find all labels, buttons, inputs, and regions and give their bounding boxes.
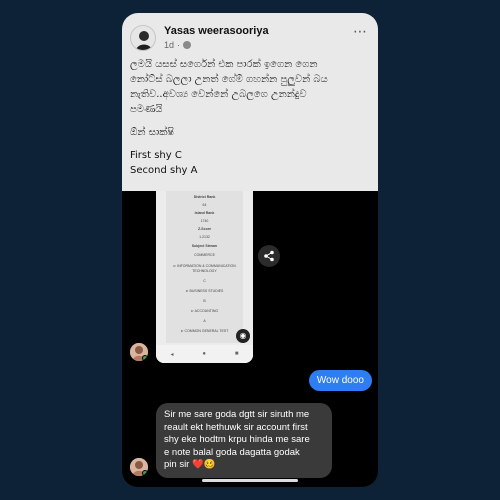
shot-line: TECHNOLOGY bbox=[192, 269, 217, 273]
home-icon: ● bbox=[202, 351, 206, 357]
message-line: e note balal goda dagatta godak bbox=[164, 446, 300, 458]
shot-line: Subject Stream bbox=[191, 244, 218, 248]
shot-line: 64 bbox=[202, 203, 207, 207]
shot-line: 1740 bbox=[200, 219, 209, 223]
shared-screenshot[interactable]: District Rank 64 Island Rank 1740 Z-Scor… bbox=[156, 191, 253, 363]
share-icon bbox=[264, 250, 274, 262]
screenshot-content: District Rank 64 Island Rank 1740 Z-Scor… bbox=[166, 191, 243, 343]
post-paragraph: ලමයි යසස් සර්ගෙන් එක පාරක් ඉගෙන ගෙන නෝට්… bbox=[130, 57, 370, 117]
result-first: First shy C bbox=[130, 150, 182, 161]
shot-line: ⊳ ACCOUNTING bbox=[190, 309, 219, 313]
message-line: reault ekt hethuwk sir account first bbox=[164, 421, 308, 433]
post-time: 1d bbox=[164, 40, 175, 50]
shot-line: C bbox=[203, 279, 206, 283]
back-icon: ◂ bbox=[170, 351, 174, 358]
shot-line: 1.2132 bbox=[199, 235, 210, 239]
shot-line: Island Rank bbox=[194, 211, 215, 215]
post-line: පමණයි bbox=[130, 104, 163, 115]
sender-avatar[interactable] bbox=[130, 458, 148, 476]
online-status-dot bbox=[142, 470, 148, 476]
results: First shy C Second shy A bbox=[130, 148, 370, 178]
result-second: Second shy A bbox=[130, 165, 198, 176]
message-line: shy eke hodtm krpu hinda me sare bbox=[164, 434, 310, 445]
sender-avatar[interactable] bbox=[130, 343, 148, 361]
shot-line: B bbox=[203, 299, 206, 303]
globe-icon bbox=[183, 41, 192, 49]
phone-screen: Yasas weerasooriya 1d · ⋯ ලමයි යසස් සර්ග… bbox=[122, 13, 378, 487]
post-line: නෝට්ස් බලලා උනත් ගේම් ගහන්න පුලුවන් බය bbox=[130, 74, 328, 85]
message-line: Sir me sare goda dgtt sir siruth me bbox=[164, 409, 310, 420]
shot-line: COMMERCE bbox=[194, 253, 215, 257]
post-body: ලමයි යසස් සර්ගෙන් එක පාරක් ඉගෙන ගෙන නෝට්… bbox=[130, 57, 370, 178]
recents-icon: ■ bbox=[234, 351, 239, 357]
shot-line: ⊳ BUSINESS STUDIES bbox=[185, 289, 224, 293]
screenshot-fab-icon: ◉ bbox=[236, 329, 250, 343]
home-indicator[interactable] bbox=[202, 479, 298, 482]
post-line: නැතිව..අවශ්‍ය වෙන්නේ උබලගෙ උනන්දුව bbox=[130, 89, 307, 100]
online-status-dot bbox=[142, 355, 148, 361]
shot-line: District Rank bbox=[193, 195, 216, 199]
shot-line: ⊳ INFORMATION & COMMUNICATION bbox=[173, 264, 236, 268]
meta-separator: · bbox=[177, 40, 181, 50]
shot-line: ⊳ COMMON GENERAL TEST bbox=[180, 329, 229, 333]
more-options-icon[interactable]: ⋯ bbox=[353, 23, 368, 40]
outgoing-message[interactable]: Wow dooo bbox=[308, 370, 372, 391]
incoming-message[interactable]: Sir me sare goda dgtt sir siruth me reau… bbox=[156, 403, 332, 478]
message-line: pin sir ❤️🥴 bbox=[164, 459, 216, 470]
post-meta: 1d · bbox=[164, 40, 192, 50]
post-line: ලමයි යසස් සර්ගෙන් එක පාරක් ඉගෙන ගෙන bbox=[130, 59, 318, 70]
share-button[interactable] bbox=[258, 245, 280, 267]
author-name[interactable]: Yasas weerasooriya bbox=[164, 25, 269, 37]
screenshot-nav-bar: ◂ ● ■ bbox=[156, 345, 253, 363]
post-card: Yasas weerasooriya 1d · ⋯ ලමයි යසස් සර්ග… bbox=[122, 13, 378, 191]
shot-line: A bbox=[203, 319, 206, 323]
author-avatar[interactable] bbox=[130, 25, 156, 51]
post-header: Yasas weerasooriya 1d · ⋯ bbox=[130, 23, 370, 53]
shot-line: Z-Score bbox=[197, 227, 212, 231]
proof-label: ඕන් සාක්ෂි bbox=[130, 127, 175, 138]
